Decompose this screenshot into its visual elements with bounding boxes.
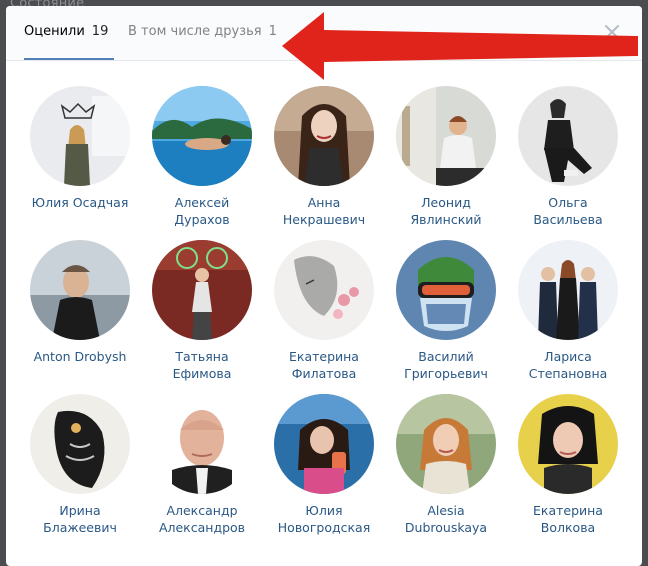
- person-name: Ирина Блажеевич: [43, 503, 117, 535]
- person-card[interactable]: Ирина Блажеевич: [19, 394, 141, 536]
- tab-friends-label: В том числе друзья: [128, 24, 262, 39]
- person-name: Екатерина Волкова: [533, 503, 603, 535]
- person-name: Екатерина Филатова: [289, 349, 359, 381]
- person-card[interactable]: Юлия Новогродская: [263, 394, 385, 536]
- person-name: Василий Григорьевич: [404, 349, 488, 381]
- tab-liked-label: Оценили: [24, 24, 85, 39]
- avatar: [152, 394, 252, 494]
- person-card[interactable]: Alesia Dubrouskaya: [385, 394, 507, 536]
- avatar: [396, 394, 496, 494]
- avatar: [30, 86, 130, 186]
- person-card[interactable]: Ольга Васильева: [507, 86, 629, 228]
- avatar: [30, 240, 130, 340]
- avatar: [396, 86, 496, 186]
- avatar: [152, 240, 252, 340]
- person-name: Alesia Dubrouskaya: [404, 503, 488, 535]
- person-card[interactable]: Екатерина Волкова: [507, 394, 629, 536]
- person-card[interactable]: Татьяна Ефимова: [141, 240, 263, 382]
- person-card[interactable]: Лариса Степановна: [507, 240, 629, 382]
- person-name: Anton Drobysh: [33, 349, 127, 364]
- person-name: Алексей Дурахов: [174, 195, 230, 227]
- person-name: Леонид Явлинский: [410, 195, 482, 227]
- person-name: Юлия Новогродская: [277, 503, 371, 535]
- person-card[interactable]: Леонид Явлинский: [385, 86, 507, 228]
- avatar: [274, 240, 374, 340]
- person-name: Ольга Васильева: [533, 195, 603, 227]
- person-card[interactable]: Екатерина Филатова: [263, 240, 385, 382]
- avatar: [30, 394, 130, 494]
- tab-liked-count: 19: [91, 24, 109, 39]
- avatar: [396, 240, 496, 340]
- person-name: Татьяна Ефимова: [172, 349, 232, 381]
- tab-friends[interactable]: В том числе друзья 1: [128, 6, 277, 60]
- active-tab-indicator: [24, 58, 114, 60]
- person-card[interactable]: Анна Некрашевич: [263, 86, 385, 228]
- tab-liked[interactable]: Оценили 19: [24, 6, 114, 60]
- red-arrow-annotation: [282, 12, 638, 80]
- person-name: Анна Некрашевич: [282, 195, 366, 227]
- person-card[interactable]: Василий Григорьевич: [385, 240, 507, 382]
- avatar: [274, 86, 374, 186]
- person-name: Юлия Осадчая: [31, 195, 129, 210]
- person-card[interactable]: Anton Drobysh: [19, 240, 141, 365]
- person-card[interactable]: Алексей Дурахов: [141, 86, 263, 228]
- person-card[interactable]: Александр Александров: [141, 394, 263, 536]
- avatar: [274, 394, 374, 494]
- person-name: Александр Александров: [158, 503, 246, 535]
- person-card[interactable]: Юлия Осадчая: [19, 86, 141, 211]
- avatar: [152, 86, 252, 186]
- avatar: [518, 86, 618, 186]
- avatar: [518, 394, 618, 494]
- avatar: [518, 240, 618, 340]
- person-name: Лариса Степановна: [528, 349, 608, 381]
- likes-modal: Оценили 19 В том числе друзья 1 Юлия Оса…: [6, 6, 642, 566]
